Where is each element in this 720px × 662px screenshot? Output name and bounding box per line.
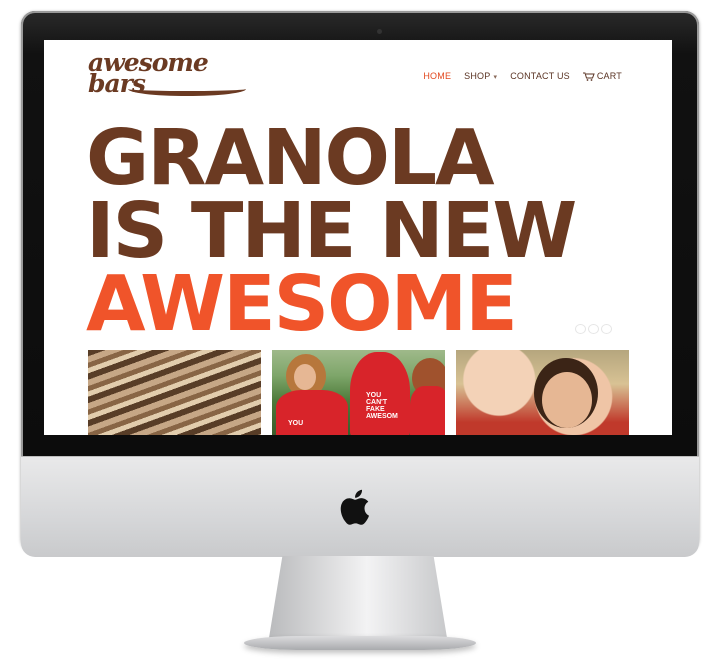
nav-cart-link[interactable]: CART	[582, 71, 622, 82]
camera-icon	[377, 29, 382, 34]
smiling-people-photo[interactable]	[456, 350, 629, 435]
nav-shop-label: SHOP	[464, 71, 491, 82]
chevron-down-icon: ▾	[493, 74, 498, 82]
monitor-stand-base	[244, 636, 476, 650]
hero-line-2: IS THE NEW	[86, 187, 577, 276]
apple-logo-icon	[340, 489, 369, 525]
logo-swoosh	[128, 82, 246, 96]
red-hoodie	[410, 386, 445, 435]
slider-dot[interactable]	[588, 324, 599, 334]
nav-home-link[interactable]: HOME	[423, 71, 451, 81]
red-hoodie-group-photo[interactable]: YOU YOU CAN'T FAKE AWESOM	[272, 350, 445, 435]
main-nav: HOME SHOP ▾ CONTACT US CART	[423, 71, 622, 81]
slider-dot[interactable]	[601, 324, 612, 334]
slider-dot[interactable]	[575, 324, 586, 334]
red-hoodie: YOU CAN'T FAKE AWESOM	[350, 352, 410, 435]
hero-line-1: GRANOLA	[86, 114, 495, 203]
red-hoodie: YOU	[276, 390, 348, 435]
hero-line-3: AWESOME	[86, 260, 518, 349]
granola-bar-photo[interactable]	[88, 350, 261, 435]
person-face	[542, 372, 592, 428]
hoodie-text: YOU	[288, 420, 304, 427]
cart-icon	[582, 72, 595, 82]
nav-contact-link[interactable]: CONTACT US	[510, 71, 570, 81]
person-face	[294, 364, 316, 390]
monitor-stand	[268, 556, 448, 644]
nav-cart-label: CART	[596, 71, 622, 81]
slider-dots[interactable]	[575, 324, 612, 334]
awesome-bars-logo[interactable]: awesome bars	[88, 50, 246, 96]
website-screen: awesome bars HOME SHOP ▾ CONTACT US CART …	[44, 40, 672, 435]
nav-shop-link[interactable]: SHOP ▾	[464, 71, 497, 81]
hoodie-slogan-text: YOU CAN'T FAKE AWESOM	[366, 392, 398, 420]
hero-headline: GRANOLA IS THE NEW AWESOME	[86, 114, 577, 349]
